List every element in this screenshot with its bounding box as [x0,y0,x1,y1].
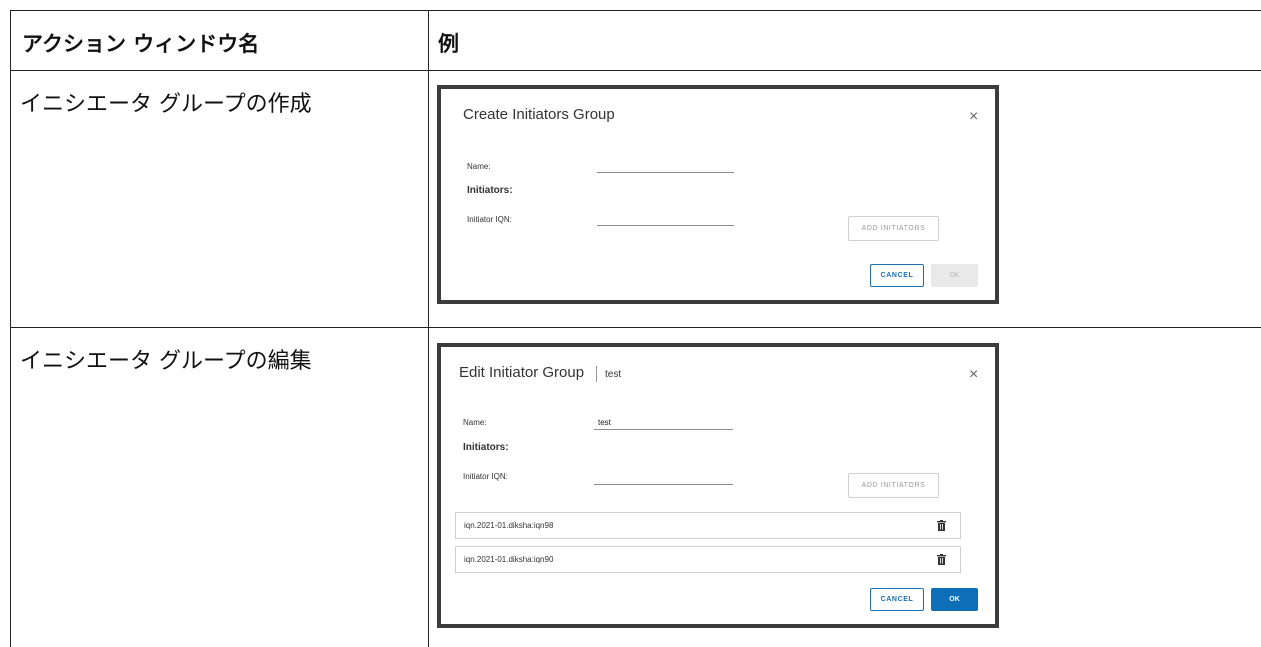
initiators-heading: Initiators: [463,442,509,453]
initiator-iqn-label: Initiator IQN: [467,215,512,224]
name-label: Name: [467,162,491,171]
initiator-iqn-value: iqn.2021-01.diksha:iqn90 [464,555,554,564]
trash-icon[interactable] [937,554,946,565]
header-example: 例 [438,32,459,56]
cancel-button[interactable]: CANCEL [870,588,924,611]
initiator-iqn-input[interactable] [597,225,734,226]
name-input[interactable] [594,429,733,430]
header-action-window-name: アクション ウィンドウ名 [22,32,260,56]
initiators-heading: Initiators: [467,185,513,196]
dialog-title: Create Initiators Group [463,106,615,123]
dialog-subtitle: test [605,369,622,380]
table-column-divider [428,10,429,647]
create-initiators-group-dialog: Create Initiators Group × Name: Initiato… [437,85,999,304]
dialog-title: Edit Initiator Group [459,364,585,381]
name-input[interactable] [597,172,734,173]
initiator-iqn-input[interactable] [594,484,733,485]
add-initiators-button[interactable]: ADD INITIATORS [848,216,939,241]
initiator-row: iqn.2021-01.diksha:iqn90 [455,546,961,573]
row-label-edit: イニシエータ グループの編集 [20,349,312,374]
ok-button[interactable]: OK [931,588,978,611]
ok-button-disabled[interactable]: OK [931,264,978,287]
initiator-iqn-value: iqn.2021-01.diksha:iqn98 [464,521,554,530]
initiator-row: iqn.2021-01.diksha:iqn98 [455,512,961,539]
row-label-create: イニシエータ グループの作成 [20,92,312,117]
close-icon[interactable]: × [969,367,978,383]
table-border-top [10,10,1261,11]
table-row-divider [10,327,1261,328]
title-separator [596,366,597,382]
table-border-left [10,10,11,647]
initiator-iqn-label: Initiator IQN: [463,472,508,481]
table-header-divider [10,70,1261,71]
add-initiators-button[interactable]: ADD INITIATORS [848,473,939,498]
name-value[interactable]: test [598,418,611,427]
trash-icon[interactable] [937,520,946,531]
cancel-button[interactable]: CANCEL [870,264,924,287]
name-label: Name: [463,418,487,427]
close-icon[interactable]: × [969,109,978,125]
edit-initiator-group-dialog: Edit Initiator Group test × Name: test I… [437,343,999,628]
